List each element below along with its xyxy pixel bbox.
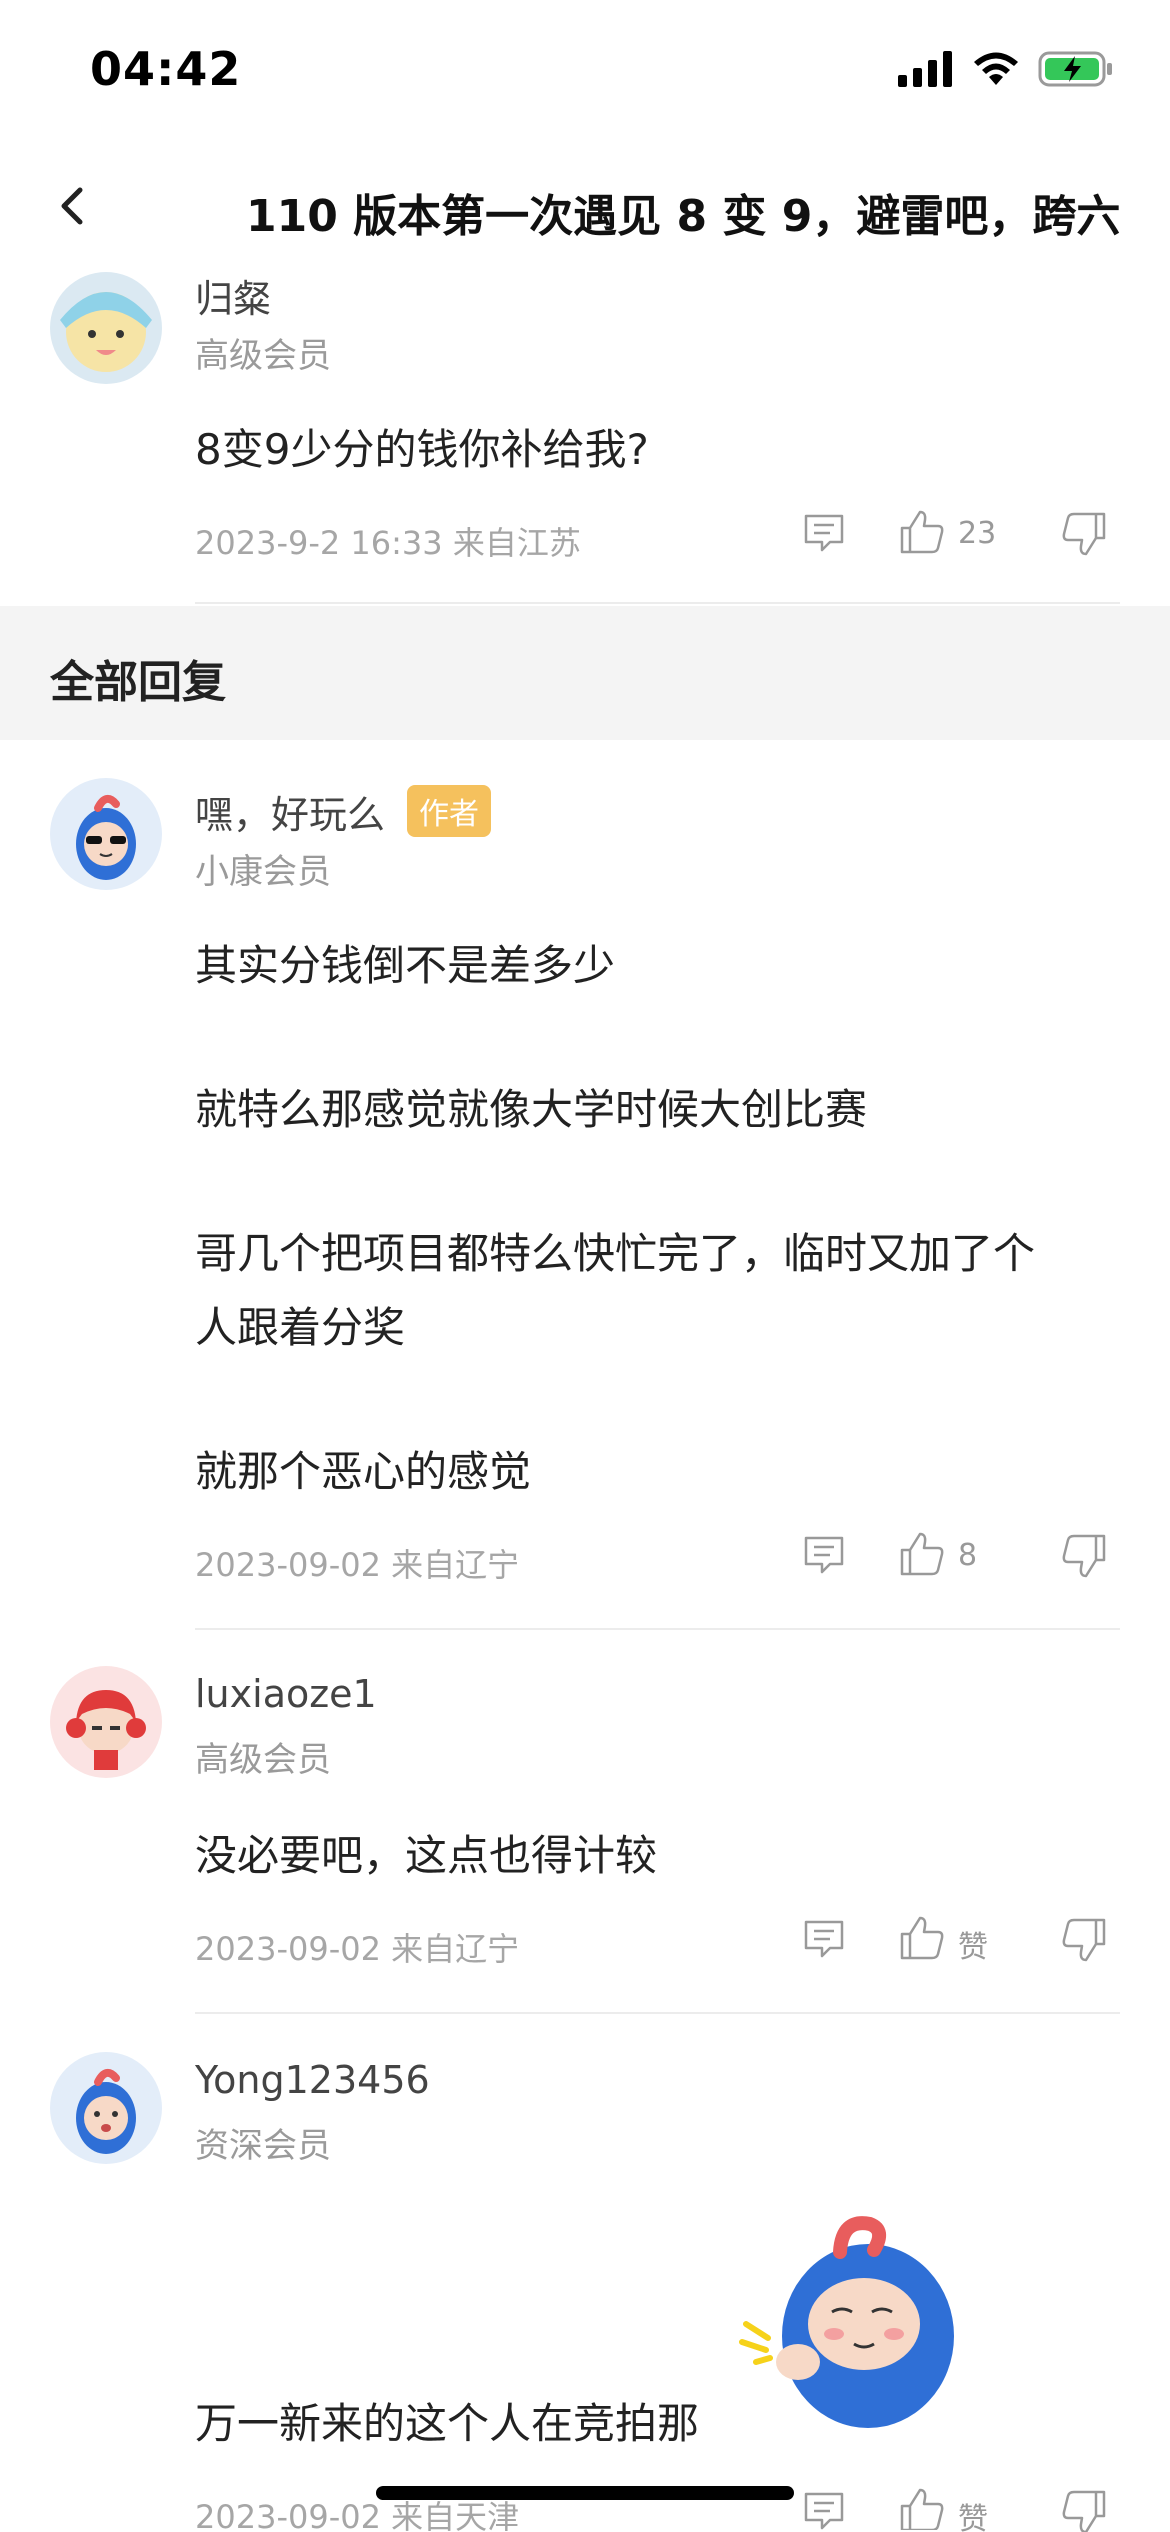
back-chevron-icon[interactable]: [48, 178, 98, 234]
comment-line: 万一新来的这个人在竞拍那: [195, 2399, 700, 2448]
thumb-up-icon[interactable]: [896, 506, 948, 558]
member-level: 资深会员: [195, 2126, 331, 2166]
comment-line: 就特么那感觉就像大学时候大创比赛: [195, 1085, 868, 1134]
like-count: 8: [958, 1538, 978, 1573]
thumb-down-icon[interactable]: [1058, 508, 1110, 560]
thumb-up-icon[interactable]: [896, 1528, 948, 1580]
thumb-down-icon[interactable]: [1058, 2486, 1110, 2532]
username-text: 嘿，好玩么: [195, 793, 386, 837]
comment-content: 8变9少分的钱你补给我?: [195, 425, 649, 474]
avatar[interactable]: [50, 778, 162, 890]
status-bar: 04:42: [0, 0, 1170, 140]
comment-actions: 8: [800, 1530, 1120, 1586]
page-title: 110 版本第一次遇见 8 变 9，避雷吧，跨六: [246, 191, 1121, 242]
comment-actions: 23: [800, 508, 1120, 564]
username[interactable]: 归粲: [195, 268, 271, 323]
comment-meta: 2023-9-2 16:33 来自江苏: [195, 524, 581, 562]
section-header: 全部回复: [0, 606, 1170, 740]
author-badge: 作者: [407, 785, 492, 837]
top-comment: 归粲 高级会员 8变9少分的钱你补给我? 2023-9-2 16:33 来自江苏…: [0, 262, 1170, 606]
comment-line: 人跟着分奖: [195, 1303, 406, 1352]
status-time: 04:42: [90, 42, 242, 96]
username[interactable]: Yong123456: [195, 2058, 430, 2102]
thumb-down-icon[interactable]: [1058, 1914, 1110, 1966]
nav-bar: 110 版本第一次遇见 8 变 9，避雷吧，跨六: [0, 150, 1170, 260]
comment-line: 哥几个把项目都特么快忙完了，临时又加了个: [195, 1229, 1036, 1278]
reply-item: luxiaoze1 高级会员 没必要吧，这点也得计较 2023-09-02 来自…: [0, 1630, 1170, 2014]
thumb-up-icon[interactable]: [896, 2484, 948, 2530]
member-level: 小康会员: [195, 852, 331, 892]
username[interactable]: 嘿，好玩么 作者: [195, 784, 492, 839]
avatar[interactable]: [50, 2052, 162, 2164]
status-icons: [898, 50, 1114, 88]
comment-line: 其实分钱倒不是差多少: [195, 941, 616, 990]
like-label: 赞: [958, 1930, 988, 1965]
reply-icon[interactable]: [800, 508, 848, 556]
reply-item: Yong123456 资深会员 万一新来的这个人在竞拍那 2023-09-02 …: [0, 2014, 1170, 2532]
home-indicator[interactable]: [376, 2486, 794, 2500]
section-title: 全部回复: [50, 657, 226, 708]
member-level: 高级会员: [195, 336, 331, 376]
comment-meta: 2023-09-02 来自辽宁: [195, 1546, 520, 1584]
comment-meta: 2023-09-02 来自辽宁: [195, 1930, 520, 1968]
comment-actions: 赞: [800, 1914, 1120, 1970]
divider: [195, 602, 1120, 604]
reply-icon[interactable]: [800, 2486, 848, 2532]
like-label: 赞: [958, 2502, 988, 2532]
like-count: 23: [958, 516, 997, 551]
comment-line: 就那个恶心的感觉: [195, 1447, 532, 1496]
battery-charging-icon: [1038, 51, 1112, 87]
avatar[interactable]: [50, 1666, 162, 1778]
reply-icon[interactable]: [800, 1530, 848, 1578]
username[interactable]: luxiaoze1: [195, 1672, 377, 1716]
sticker-image: [739, 2216, 954, 2428]
thumb-down-icon[interactable]: [1058, 1530, 1110, 1582]
comment-line: 没必要吧，这点也得计较: [195, 1831, 658, 1880]
wifi-icon: [974, 52, 1018, 85]
thumb-up-icon[interactable]: [896, 1912, 948, 1964]
comment-actions: 赞: [800, 2486, 1120, 2532]
reply-icon[interactable]: [800, 1914, 848, 1962]
reply-item: 嘿，好玩么 作者 小康会员 其实分钱倒不是差多少 就特么那感觉就像大学时候大创比赛…: [0, 740, 1170, 1630]
member-level: 高级会员: [195, 1740, 331, 1780]
signal-icon: [898, 51, 952, 87]
avatar[interactable]: [50, 272, 162, 384]
